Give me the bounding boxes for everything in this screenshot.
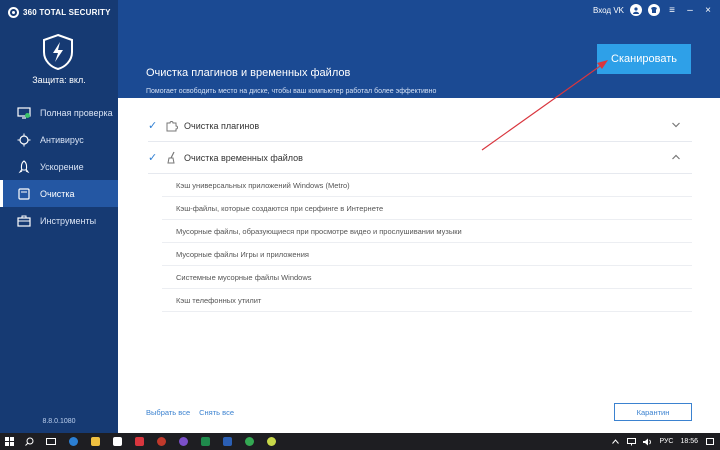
word-icon[interactable] — [216, 433, 238, 450]
category-label: Очистка плагинов — [184, 120, 260, 131]
broom-icon — [16, 186, 32, 202]
chevron-up-icon[interactable] — [672, 153, 680, 161]
protection-status: Защита: вкл. — [32, 75, 86, 85]
logo-icon — [8, 7, 19, 18]
sidebar-item-label: Антивирус — [40, 134, 84, 145]
sidebar-item-speedup[interactable]: Ускорение — [0, 153, 118, 180]
list-item-label: Мусорные файлы Игры и приложения — [176, 249, 309, 259]
list-item-label: Мусорные файлы, образующиеся при просмот… — [176, 226, 462, 236]
sidebar-item-label: Инструменты — [40, 215, 97, 226]
network-icon[interactable] — [627, 437, 637, 446]
user-avatar-icon[interactable] — [630, 4, 642, 16]
list-item[interactable]: Мусорные файлы Игры и приложения — [162, 243, 692, 266]
list-item-label: Кэш-файлы, которые создаются при серфинг… — [176, 203, 384, 213]
quarantine-button[interactable]: Карантин — [614, 403, 692, 421]
sidebar-nav: Полная проверка Антивирус Ускорение Очис… — [0, 99, 118, 234]
task-view-icon[interactable] — [40, 433, 62, 450]
scan-monitor-icon — [16, 105, 32, 121]
title-bar: Вход VK ≡ – × — [118, 0, 720, 22]
category-plugins[interactable]: ✓ Очистка плагинов — [148, 110, 692, 142]
list-item-label: Кэш телефонных утилит — [176, 295, 262, 305]
viber-icon[interactable] — [172, 433, 194, 450]
edge-browser-icon[interactable] — [62, 433, 84, 450]
system-tray: РУС 18:56 — [611, 433, 714, 450]
search-icon[interactable] — [18, 433, 40, 450]
minimize-icon[interactable]: – — [684, 4, 696, 16]
list-item[interactable]: Мусорные файлы, образующиеся при просмот… — [162, 220, 692, 243]
language-indicator[interactable]: РУС — [659, 438, 673, 445]
login-link[interactable]: Вход VK — [593, 6, 624, 15]
sidebar-item-label: Ускорение — [40, 161, 84, 172]
sidebar-item-label: Полная проверка — [40, 107, 113, 118]
shirt-skin-icon[interactable] — [648, 4, 660, 16]
list-item-label: Системные мусорные файлы Windows — [176, 272, 312, 282]
page-subtitle: Помогает освободить место на диске, чтоб… — [146, 88, 437, 95]
scan-button[interactable]: Сканировать — [597, 44, 691, 74]
sidebar-item-tools[interactable]: Инструменты — [0, 207, 118, 234]
opera-browser-icon[interactable] — [150, 433, 172, 450]
puzzle-icon — [164, 119, 178, 133]
selection-links: Выбрать все Снять все — [146, 408, 234, 417]
broom-icon — [164, 151, 178, 165]
360-security-icon[interactable] — [260, 433, 282, 450]
app-logo: 360 TOTAL SECURITY — [8, 7, 111, 18]
rocket-icon — [16, 159, 32, 175]
taskbar: РУС 18:56 — [0, 433, 720, 450]
list-item-label: Кэш универсальных приложений Windows (Me… — [176, 180, 350, 190]
sidebar-item-cleanup[interactable]: Очистка — [0, 180, 118, 207]
clock[interactable]: 18:56 — [680, 438, 698, 445]
chevron-down-icon[interactable] — [672, 121, 680, 129]
shield-icon — [43, 33, 73, 71]
notifications-icon[interactable] — [705, 437, 714, 446]
page-title: Очистка плагинов и временных файлов — [146, 67, 351, 79]
deselect-all-link[interactable]: Снять все — [199, 408, 234, 417]
close-icon[interactable]: × — [702, 4, 714, 16]
chevron-up-icon[interactable] — [611, 437, 620, 446]
list-item[interactable]: Кэш-файлы, которые создаются при серфинг… — [162, 197, 692, 220]
media-app-icon[interactable] — [128, 433, 150, 450]
file-explorer-icon[interactable] — [84, 433, 106, 450]
chrome-icon[interactable] — [238, 433, 260, 450]
app-logo-text: 360 TOTAL SECURITY — [23, 8, 111, 17]
checkmark-icon[interactable]: ✓ — [148, 119, 158, 132]
toolbox-icon — [16, 213, 32, 229]
list-item[interactable]: Кэш универсальных приложений Windows (Me… — [162, 174, 692, 197]
virus-icon — [16, 132, 32, 148]
select-all-link[interactable]: Выбрать все — [146, 408, 190, 417]
sidebar-item-antivirus[interactable]: Антивирус — [0, 126, 118, 153]
list-item[interactable]: Системные мусорные файлы Windows — [162, 266, 692, 289]
cleanup-list: ✓ Очистка плагинов ✓ Очистка временных ф… — [118, 98, 720, 433]
category-label: Очистка временных файлов — [184, 152, 303, 163]
window-controls: Вход VK ≡ – × — [593, 4, 714, 16]
list-item[interactable]: Кэш телефонных утилит — [162, 289, 692, 312]
sidebar-item-label: Очистка — [40, 188, 75, 199]
volume-icon[interactable] — [643, 437, 652, 446]
menu-icon[interactable]: ≡ — [666, 4, 678, 16]
windows-start-icon[interactable] — [0, 433, 18, 450]
excel-icon[interactable] — [194, 433, 216, 450]
sidebar: 360 TOTAL SECURITY Защита: вкл. Полная п… — [0, 0, 118, 433]
store-icon[interactable] — [106, 433, 128, 450]
sidebar-item-full-scan[interactable]: Полная проверка — [0, 99, 118, 126]
category-temp-files[interactable]: ✓ Очистка временных файлов — [148, 142, 692, 174]
checkmark-icon[interactable]: ✓ — [148, 151, 158, 164]
version-label: 8.8.0.1080 — [42, 418, 76, 425]
